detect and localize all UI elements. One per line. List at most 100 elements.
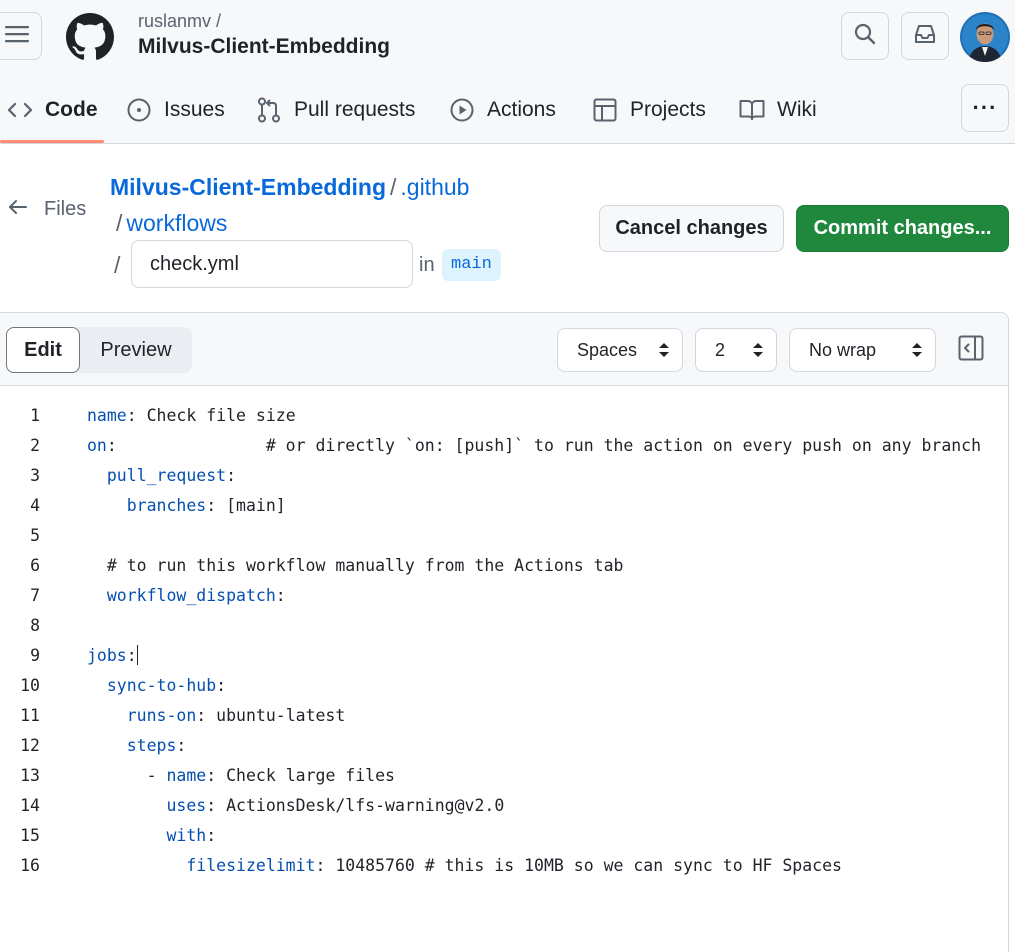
yaml-key: steps: [126, 736, 177, 755]
yaml-key: name: [166, 766, 207, 785]
indent-mode-select[interactable]: Spaces: [557, 328, 683, 372]
tab-pull-requests[interactable]: Pull requests: [256, 82, 415, 138]
indent-size-value: 2: [715, 339, 726, 360]
inbox-icon: [913, 24, 937, 49]
active-tab-indicator: [0, 140, 104, 143]
code-line[interactable]: 9 jobs:: [0, 641, 1008, 671]
yaml-value: : ActionsDesk/lfs-warning@v2.0: [206, 796, 505, 815]
tab-wiki-label: Wiki: [777, 98, 817, 121]
code-line[interactable]: 4 branches: [main]: [0, 491, 1008, 521]
line-number: 10: [20, 676, 40, 695]
wrap-mode-select[interactable]: No wrap: [789, 328, 936, 372]
breadcrumb-workflows-link[interactable]: workflows: [126, 210, 227, 236]
line-number: 1: [30, 406, 40, 425]
line-number: 7: [30, 586, 40, 605]
tab-projects[interactable]: Projects: [592, 82, 706, 138]
line-number: 11: [20, 706, 40, 725]
yaml-key: with: [166, 826, 207, 845]
back-to-files-link[interactable]: Files: [8, 198, 86, 221]
tab-code[interactable]: Code: [7, 82, 98, 138]
filename-input[interactable]: [131, 240, 413, 288]
code-line[interactable]: 7 workflow_dispatch:: [0, 581, 1008, 611]
line-text: steps:: [87, 731, 187, 761]
code-line[interactable]: 14 uses: ActionsDesk/lfs-warning@v2.0: [0, 791, 1008, 821]
code-line[interactable]: 8: [0, 611, 1008, 641]
line-number: 14: [20, 796, 40, 815]
yaml-value: :: [216, 676, 227, 695]
code-line[interactable]: 10 sync-to-hub:: [0, 671, 1008, 701]
yaml-key: workflow_dispatch: [106, 586, 276, 605]
code-editor: Edit Preview Spaces 2 No wrap 1name: Che…: [0, 312, 1009, 952]
line-text: jobs:: [87, 641, 138, 671]
code-line[interactable]: 11 runs-on: ubuntu-latest: [0, 701, 1008, 731]
yaml-key: branches: [126, 496, 207, 515]
table-icon: [592, 97, 618, 123]
line-text: filesizelimit: 10485760 # this is 10MB s…: [87, 851, 842, 881]
line-text: sync-to-hub:: [87, 671, 226, 701]
arrow-left-icon: [8, 198, 28, 221]
code-line[interactable]: 13 - name: Check large files: [0, 761, 1008, 791]
search-button[interactable]: [841, 12, 889, 60]
tab-actions-label: Actions: [487, 98, 556, 121]
yaml-value: : # or directly `on: [push]` to run the …: [106, 436, 982, 455]
repo-header: ruslanmv / Milvus-Client-Embedding Code: [0, 0, 1015, 144]
line-number: 13: [20, 766, 40, 785]
book-icon: [739, 97, 765, 123]
repo-owner-link[interactable]: ruslanmv /: [138, 11, 221, 32]
repo-nav: Code Issues Pull requests Actions Projec…: [0, 82, 1015, 143]
yaml-value: : ubuntu-latest: [196, 706, 346, 725]
menu-button[interactable]: [0, 12, 42, 60]
tab-pull-requests-label: Pull requests: [294, 98, 416, 121]
cancel-changes-button[interactable]: Cancel changes: [599, 205, 784, 252]
breadcrumb-repo-link[interactable]: Milvus-Client-Embedding: [110, 174, 386, 200]
line-number: 8: [30, 616, 40, 635]
edit-tab[interactable]: Edit: [6, 327, 80, 373]
yaml-key: jobs: [87, 646, 127, 665]
breadcrumb-github-link[interactable]: .github: [400, 174, 469, 200]
more-menu-button[interactable]: ···: [961, 84, 1009, 132]
tab-issues[interactable]: Issues: [126, 82, 225, 138]
sidebar-expand-icon: [958, 335, 984, 366]
preview-tab[interactable]: Preview: [80, 327, 192, 373]
indent-size-select[interactable]: 2: [695, 328, 777, 372]
code-line[interactable]: 6 # to run this workflow manually from t…: [0, 551, 1008, 581]
line-text: pull_request:: [87, 461, 236, 491]
tab-actions[interactable]: Actions: [449, 82, 556, 138]
line-number: 9: [30, 646, 40, 665]
yaml-value: :: [206, 826, 217, 845]
code-line[interactable]: 5: [0, 521, 1008, 551]
yaml-key: runs-on: [126, 706, 197, 725]
line-number: 15: [20, 826, 40, 845]
code-line[interactable]: 1 name: Check file size: [0, 401, 1008, 431]
play-icon: [449, 97, 475, 123]
select-caret-icon: [752, 341, 764, 359]
code-line[interactable]: 12 steps:: [0, 731, 1008, 761]
github-logo-icon[interactable]: [66, 13, 114, 61]
code-line[interactable]: 3 pull_request:: [0, 461, 1008, 491]
commit-changes-button[interactable]: Commit changes...: [796, 205, 1009, 252]
git-pull-request-icon: [256, 97, 282, 123]
tab-wiki[interactable]: Wiki: [739, 82, 817, 138]
yaml-value: : Check file size: [126, 406, 296, 425]
code-line[interactable]: 16 filesizelimit: 10485760 # this is 10M…: [0, 851, 1008, 881]
repo-name-link[interactable]: Milvus-Client-Embedding: [138, 35, 390, 59]
code-line[interactable]: 15 with:: [0, 821, 1008, 851]
code-line[interactable]: 2 on: # or directly `on: [push]` to run t…: [0, 431, 1008, 461]
yaml-key: uses: [166, 796, 207, 815]
files-label: Files: [44, 198, 87, 220]
inbox-button[interactable]: [901, 12, 949, 60]
edit-preview-toggle: Edit Preview: [6, 327, 192, 373]
code-icon: [7, 97, 33, 123]
user-avatar[interactable]: [960, 12, 1010, 62]
code-lines[interactable]: 1 name: Check file size 2 on: # or directly…: [0, 401, 1008, 881]
yaml-value: :: [126, 646, 137, 665]
line-text: on: # or directly `on: [push]` to run th…: [87, 431, 981, 461]
yaml-value: :: [226, 466, 237, 485]
toggle-split-view-button[interactable]: [956, 335, 986, 365]
